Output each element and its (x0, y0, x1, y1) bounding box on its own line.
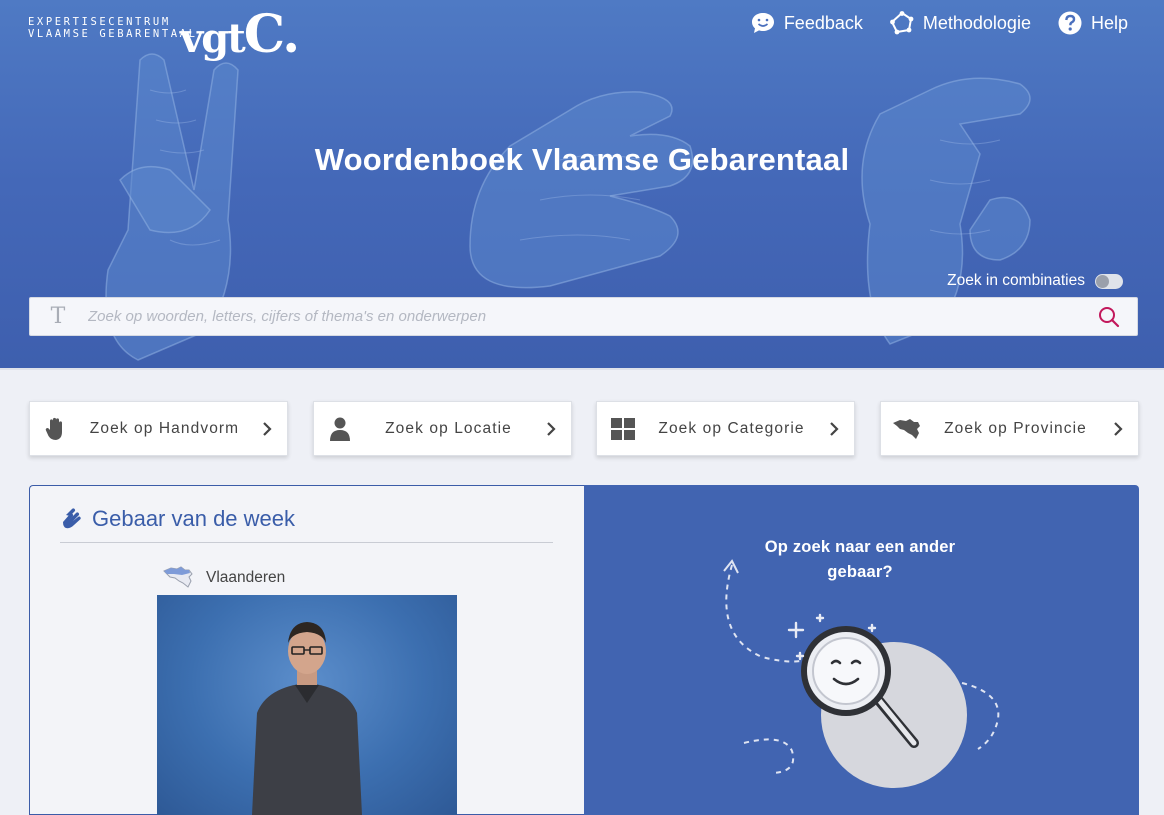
search-by-category-button[interactable]: Zoek op Categorie (596, 401, 855, 456)
combinations-toggle[interactable] (1095, 273, 1123, 289)
sign-video[interactable] (157, 595, 457, 815)
belgium-map-icon (893, 418, 920, 439)
nav-methodologie-label: Methodologie (922, 12, 1031, 33)
flanders-map-icon (163, 566, 193, 588)
chevron-right-icon (1114, 421, 1123, 436)
search-button[interactable] (1081, 306, 1137, 328)
page-title: Woordenboek Vlaamse Gebarentaal (314, 142, 850, 177)
video-signer-image (252, 622, 362, 815)
chevron-right-icon (547, 421, 556, 436)
search-by-handshape-label: Zoek op Handvorm (89, 419, 240, 437)
nav-methodologie[interactable]: Methodologie (889, 10, 1031, 36)
search-by-location-button[interactable]: Zoek op Locatie (313, 401, 572, 456)
search-by-location-label: Zoek op Locatie (385, 419, 512, 437)
region-label-row: Vlaanderen (162, 566, 285, 590)
hero-divider (0, 368, 1164, 370)
sign-of-the-week-header: Gebaar van de week (60, 506, 553, 543)
combinations-label: Zoek in combinaties (947, 272, 1085, 289)
sign-of-the-week-title: Gebaar van de week (92, 506, 296, 531)
chevron-right-icon (830, 421, 839, 436)
logo-mark: vgtC. (180, 4, 300, 65)
search-icon (1099, 306, 1120, 327)
nav-feedback-label: Feedback (783, 12, 863, 33)
search-by-handshape-button[interactable]: Zoek op Handvorm (29, 401, 288, 456)
sign-of-the-week-card: Gebaar van de week Vlaanderen (29, 485, 585, 815)
signing-hands-icon (63, 508, 81, 529)
network-icon (889, 11, 914, 35)
chat-smile-icon (751, 13, 774, 33)
grid-icon (611, 417, 635, 440)
combinations-toggle-row: Zoek in combinaties (947, 272, 1123, 290)
question-circle-icon (1058, 11, 1082, 35)
search-other-sign-card[interactable]: Op zoek naar een ander gebaar? (584, 485, 1139, 815)
hero-banner: EXPERTISECENTRUM VLAAMSE GEBARENTAAL vgt… (0, 0, 1164, 368)
vgt-logo[interactable]: EXPERTISECENTRUM VLAAMSE GEBARENTAAL vgt… (28, 4, 300, 65)
top-navigation: Feedback Methodologie Help (750, 10, 1128, 36)
search-by-province-button[interactable]: Zoek op Provincie (880, 401, 1139, 456)
search-bar: T (29, 297, 1138, 336)
region-name: Vlaanderen (206, 569, 286, 586)
search-by-province-label: Zoek op Provincie (944, 419, 1087, 437)
nav-help-label: Help (1090, 12, 1128, 33)
text-type-icon[interactable]: T (30, 304, 86, 329)
logo-text: EXPERTISECENTRUM VLAAMSE GEBARENTAAL (28, 16, 198, 40)
hand-icon (45, 417, 62, 440)
person-icon (330, 417, 350, 441)
nav-feedback[interactable]: Feedback (750, 10, 863, 36)
chevron-right-icon (263, 421, 272, 436)
search-by-category-label: Zoek op Categorie (658, 419, 805, 437)
search-input[interactable] (86, 297, 1081, 336)
magnifier-illustration (723, 559, 1000, 788)
nav-help[interactable]: Help (1057, 10, 1128, 36)
